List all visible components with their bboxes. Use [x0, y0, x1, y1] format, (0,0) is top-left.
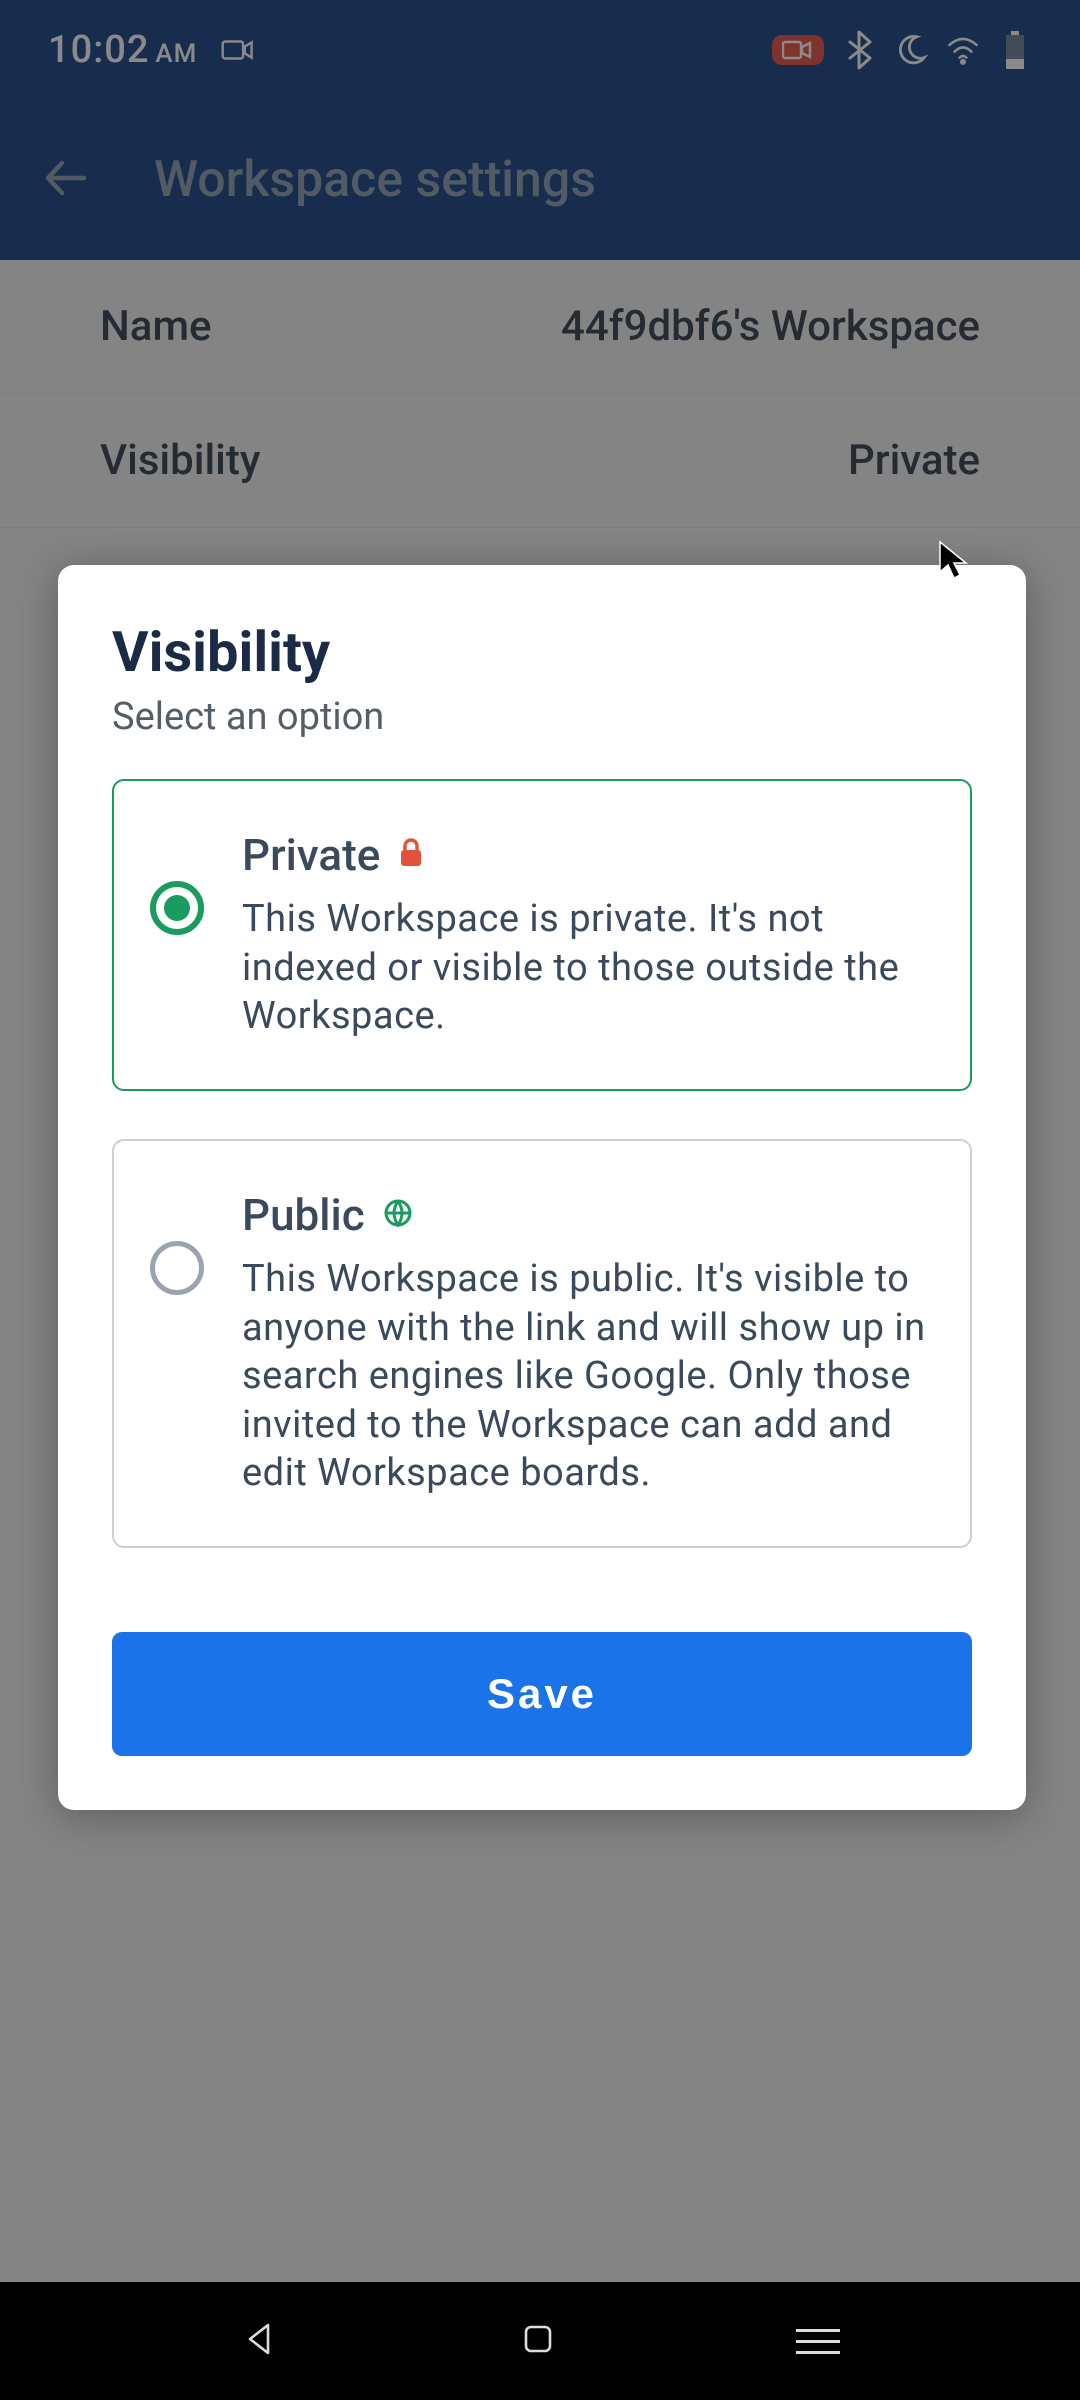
option-description: This Workspace is private. It's not inde…	[242, 895, 934, 1041]
nav-back-icon[interactable]	[240, 2319, 280, 2363]
save-button[interactable]: Save	[112, 1632, 972, 1756]
option-title: Private	[242, 829, 380, 881]
radio-selected-icon	[150, 881, 204, 935]
system-nav-bar	[0, 2282, 1080, 2400]
modal-subtitle: Select an option	[112, 695, 972, 739]
option-description: This Workspace is public. It's visible t…	[242, 1255, 934, 1498]
radio-unselected-icon	[150, 1241, 204, 1295]
nav-home-icon[interactable]	[520, 2321, 556, 2361]
visibility-modal: Visibility Select an option Private This…	[58, 565, 1026, 1810]
modal-title: Visibility	[112, 619, 972, 685]
nav-recent-icon[interactable]	[796, 2329, 840, 2354]
lock-icon	[398, 838, 424, 872]
globe-icon	[383, 1198, 413, 1232]
option-title: Public	[242, 1189, 365, 1241]
option-public[interactable]: Public This Workspace is public. It's vi…	[112, 1139, 972, 1548]
option-private[interactable]: Private This Workspace is private. It's …	[112, 779, 972, 1091]
